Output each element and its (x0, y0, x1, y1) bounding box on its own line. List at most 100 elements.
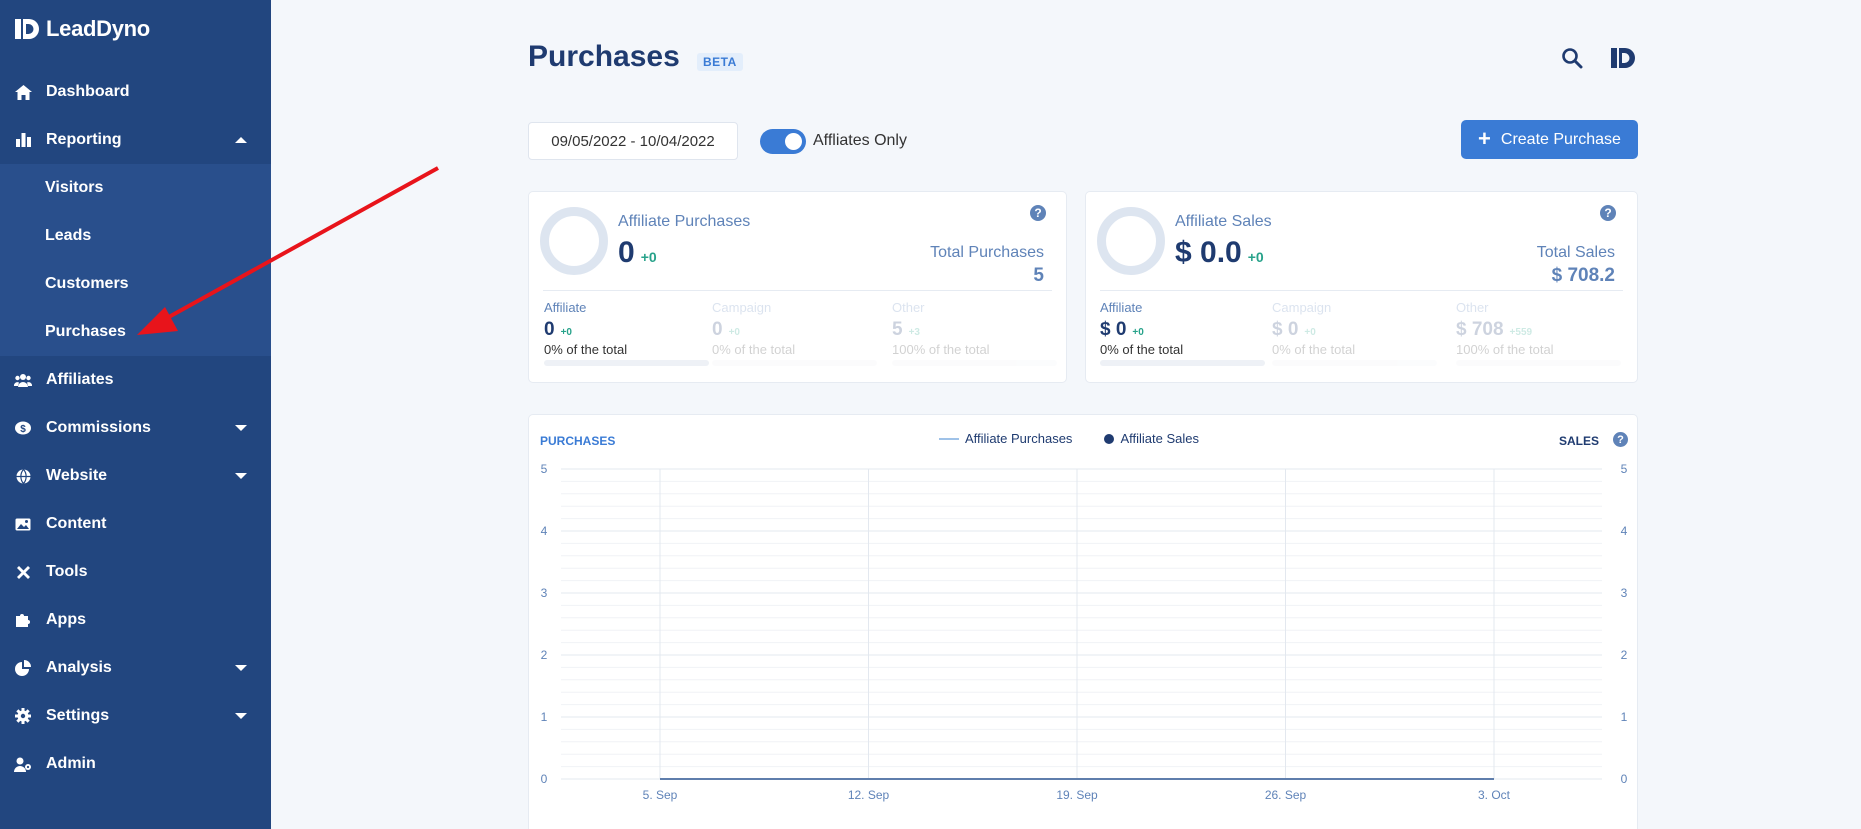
card-value: 0 +0 (618, 236, 657, 270)
x-tick-label: 26. Sep (1265, 788, 1307, 802)
breakdown-percent: 100% of the total (1456, 342, 1554, 357)
breakdown-percent: 0% of the total (712, 342, 796, 357)
breakdown-bar (1456, 360, 1621, 366)
value-delta: +0 (640, 249, 657, 265)
breakdown-percent: 0% of the total (1272, 342, 1356, 357)
y-tick-label-left: 4 (541, 524, 548, 538)
breakdown-label: Affiliate (544, 300, 587, 315)
breakdown-bar (1272, 360, 1437, 366)
breakdown-other: Other $ 708 +559 100% of the total (1456, 300, 1621, 366)
breakdown-bar (712, 360, 877, 366)
breakdown-bar (892, 360, 1057, 366)
date-range-picker[interactable]: 09/05/2022 - 10/04/2022 (528, 122, 738, 160)
x-tick-label: 19. Sep (1056, 788, 1098, 802)
affiliate-sales-card: Affiliate Sales $ 0.0 +0 ? Total Sales $ … (1085, 191, 1638, 383)
breakdown-number: $ 708 (1456, 319, 1504, 340)
x-tick-label: 5. Sep (643, 788, 678, 802)
value-delta: +0 (1247, 249, 1264, 265)
x-tick-label: 12. Sep (848, 788, 890, 802)
breakdown-delta: +0 (560, 327, 572, 338)
y-tick-label-left: 1 (541, 710, 548, 724)
purchases-chart-card: 0 0 1 1 2 2 3 3 4 4 5 5 5. Sep 12. Sep 19. Sep 26. Sep 3… (528, 414, 1638, 829)
y-tick-label-right: 0 (1621, 772, 1628, 786)
chart-right-title: SALES (1558, 434, 1599, 448)
y-tick-label-right: 3 (1621, 586, 1628, 600)
breakdown-label: Other (1456, 300, 1489, 315)
breakdown-campaign: Campaign $ 0 +0 0% of the total (1272, 300, 1437, 366)
create-purchase-label: Create Purchase (1500, 130, 1621, 148)
legend-item-sales[interactable]: Affiliate Sales (1104, 431, 1199, 446)
divider (1100, 290, 1623, 291)
beta-badge: BETA (697, 53, 743, 71)
breakdown-value: $ 708 +559 (1456, 319, 1621, 341)
value-text: 0 (618, 236, 635, 269)
card-title: Affiliate Purchases (618, 213, 751, 230)
legend-item-purchases[interactable]: Affiliate Purchases (939, 431, 1072, 446)
total-label: Total Purchases (930, 244, 1044, 261)
breakdown-bar (1100, 360, 1265, 366)
y-tick-label-right: 4 (1621, 524, 1628, 538)
breakdown-number: 0 (544, 319, 555, 340)
legend-label: Affiliate Sales (1120, 431, 1199, 446)
breakdown-label: Campaign (712, 300, 772, 315)
breakdown-percent: 0% of the total (1100, 342, 1184, 357)
total-value: $ 708.2 (1551, 265, 1615, 286)
breakdown-campaign: Campaign 0 +0 0% of the total (712, 300, 877, 366)
chart-left-title: PURCHASES (540, 434, 616, 448)
breakdown-value: 0 +0 (712, 319, 877, 341)
divider (543, 290, 1052, 291)
breakdown-number: 5 (892, 319, 903, 340)
y-tick-label-left: 5 (541, 462, 548, 476)
plus-icon: + (1478, 125, 1491, 151)
total-value: 5 (1033, 265, 1044, 286)
breakdown-label: Campaign (1272, 300, 1332, 315)
breakdown-value: $ 0 +0 (1100, 319, 1265, 341)
breakdown-affiliate: Affiliate 0 +0 0% of the total (544, 300, 709, 366)
donut-chart (540, 207, 608, 275)
purchases-sales-chart: 0 0 1 1 2 2 3 3 4 4 5 5 5. Sep 12. Sep 19. Sep 26. Sep 3… (541, 462, 1628, 802)
y-tick-label-left: 2 (541, 648, 548, 662)
breakdown-delta: +0 (728, 327, 740, 338)
help-icon[interactable]: ? (1600, 205, 1616, 221)
breakdown-label: Affiliate (1100, 300, 1143, 315)
x-tick-label: 3. Oct (1478, 788, 1511, 802)
breakdown-percent: 0% of the total (544, 342, 628, 357)
y-tick-label-left: 0 (541, 772, 548, 786)
donut-chart (1097, 207, 1165, 275)
leaddyno-account-icon[interactable] (1610, 46, 1636, 70)
search-icon[interactable] (1561, 47, 1583, 69)
create-purchase-button[interactable]: + Create Purchase (1461, 120, 1638, 159)
legend-line-swatch (939, 437, 959, 440)
breakdown-delta: +559 (1509, 327, 1533, 338)
y-tick-label-right: 2 (1621, 648, 1628, 662)
y-tick-label-left: 3 (541, 586, 548, 600)
breakdown-number: $ 0 (1272, 319, 1299, 340)
breakdown-value: $ 0 +0 (1272, 319, 1437, 341)
affiliates-only-toggle[interactable] (760, 129, 806, 154)
breakdown-label: Other (892, 300, 925, 315)
breakdown-percent: 100% of the total (892, 342, 990, 357)
breakdown-number: $ 0 (1100, 319, 1127, 340)
breakdown-bar (544, 360, 709, 366)
breakdown-number: 0 (712, 319, 723, 340)
breakdown-other: Other 5 +3 100% of the total (892, 300, 1057, 366)
breakdown-delta: +3 (908, 327, 920, 338)
value-text: $ 0.0 (1175, 236, 1242, 269)
affiliates-only-label: Affliates Only (813, 132, 907, 149)
y-tick-label-right: 1 (1621, 710, 1628, 724)
affiliate-purchases-card: Affiliate Purchases 0 +0 ? Total Purchase… (528, 191, 1067, 383)
help-icon[interactable]: ? (1613, 432, 1628, 447)
legend-dot-swatch (1104, 433, 1115, 444)
breakdown-value: 0 +0 (544, 319, 709, 341)
total-label: Total Sales (1536, 244, 1615, 261)
card-title: Affiliate Sales (1175, 213, 1272, 230)
breakdown-value: 5 +3 (892, 319, 1057, 341)
help-icon[interactable]: ? (1030, 205, 1046, 221)
breakdown-delta: +0 (1132, 327, 1144, 338)
y-tick-label-right: 5 (1621, 462, 1628, 476)
toggle-knob (785, 133, 802, 150)
chart-legend: Affiliate Purchases Affiliate Sales (939, 431, 1199, 446)
breakdown-affiliate: Affiliate $ 0 +0 0% of the total (1100, 300, 1265, 366)
breakdown-delta: +0 (1304, 327, 1316, 338)
page-title: Purchases (528, 40, 680, 73)
